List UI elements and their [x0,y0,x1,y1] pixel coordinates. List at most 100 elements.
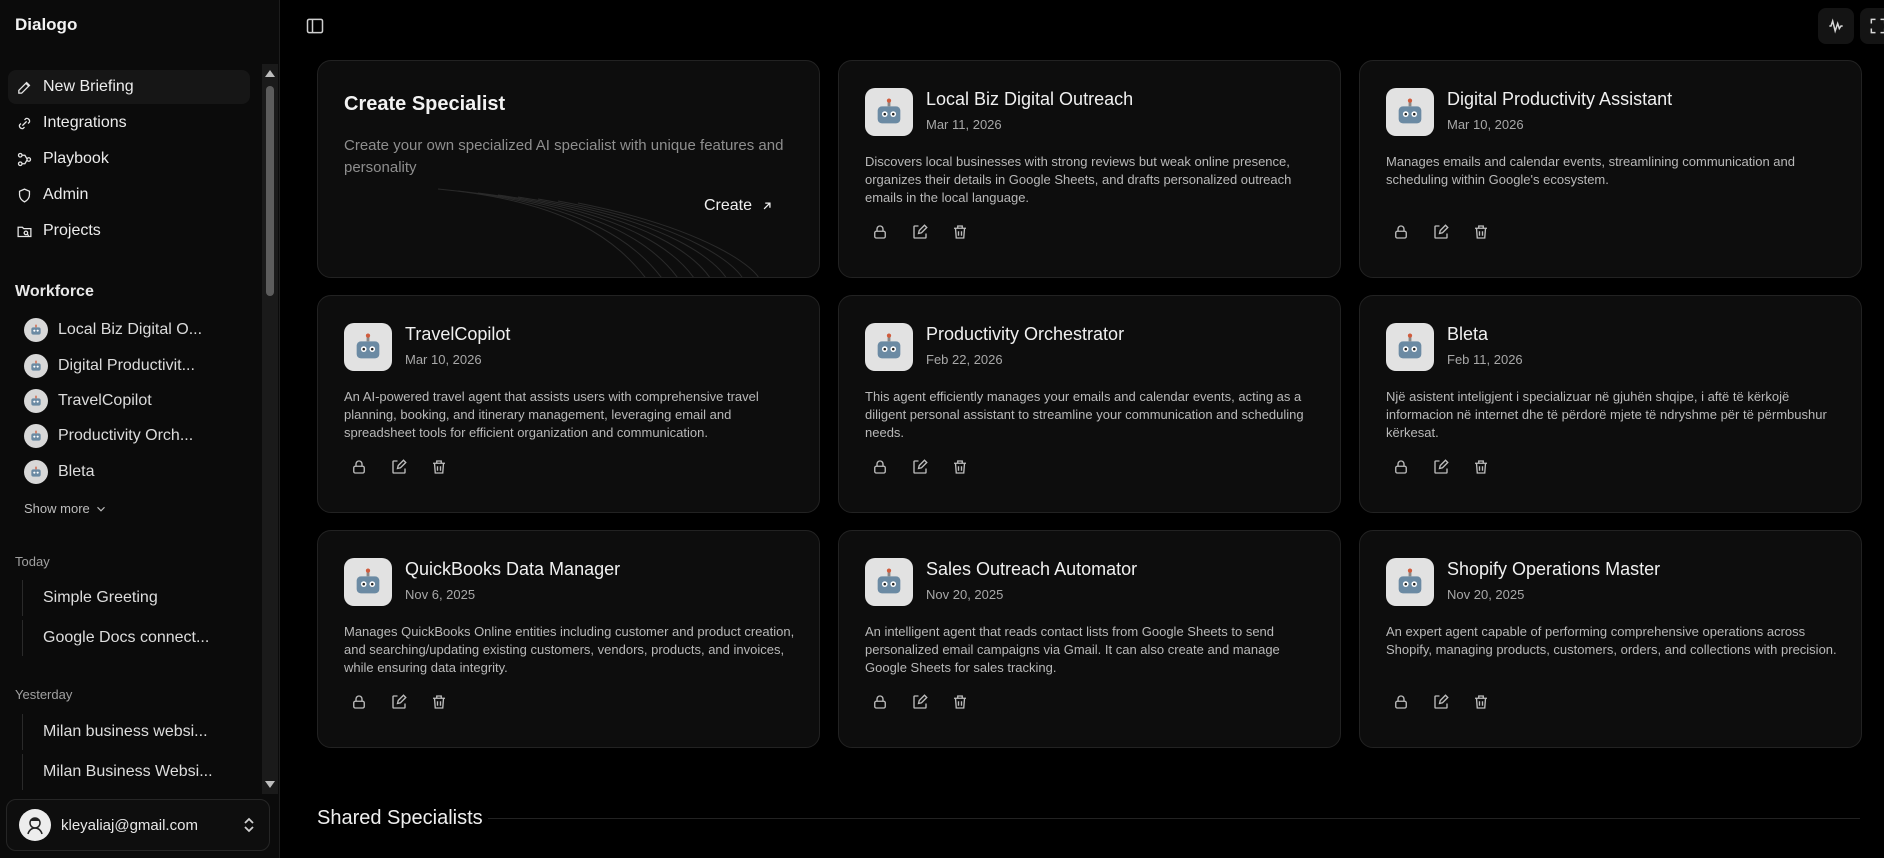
nav-label: Playbook [43,150,109,167]
create-specialist-title: Create Specialist [344,93,506,115]
toggle-sidebar-icon[interactable] [305,16,325,36]
edit-icon [18,81,31,94]
chat-history-item[interactable]: Milan business websi... [22,714,240,750]
workforce-item[interactable]: TravelCopilot [24,386,244,416]
workforce-item[interactable]: Productivity Orch... [24,421,244,451]
chat-history-item[interactable]: Simple Greeting [22,580,240,616]
trash-icon[interactable] [430,693,448,711]
card-actions [1392,223,1490,241]
specialist-name: Bleta [1447,324,1489,344]
nav-new-briefing[interactable]: New Briefing [8,70,250,104]
trash-icon[interactable] [1472,693,1490,711]
specialist-date: Mar 10, 2026 [405,352,482,367]
trash-icon[interactable] [951,693,969,711]
specialist-name: Productivity Orchestrator [926,324,1125,344]
create-specialist-description: Create your own specialized AI specialis… [344,137,784,176]
specialist-card[interactable]: Sales Outreach Automator Nov 20, 2025 An… [838,530,1341,748]
robot-icon [865,88,913,136]
scroll-up-arrow-icon[interactable] [265,70,275,77]
trash-icon[interactable] [951,458,969,476]
lock-icon[interactable] [871,458,889,476]
trash-icon[interactable] [1472,223,1490,241]
specialist-description: This agent efficiently manages your emai… [865,389,1304,440]
voice-waveform-button[interactable] [1818,8,1854,44]
workforce-item[interactable]: Digital Productivit... [24,351,244,381]
lock-icon[interactable] [1392,223,1410,241]
nav-admin[interactable]: Admin [8,178,250,212]
scroll-down-arrow-icon[interactable] [265,781,275,788]
show-more-button[interactable]: Show more [24,501,108,516]
expand-icon [1870,18,1884,34]
workforce-item-label: Local Biz Digital O... [58,321,203,338]
nav-playbook[interactable]: Playbook [8,142,250,176]
workforce-item-label: Productivity Orch... [58,427,194,444]
robot-icon [1386,88,1434,136]
card-actions [350,458,448,476]
specialist-card[interactable]: Digital Productivity Assistant Mar 10, 2… [1359,60,1862,278]
robot-icon [24,354,48,378]
edit-icon[interactable] [390,458,408,476]
nav-label: New Briefing [43,78,134,95]
specialist-name: TravelCopilot [405,324,511,344]
nav-integrations[interactable]: Integrations [8,106,250,140]
robot-icon [24,318,48,342]
specialist-date: Feb 22, 2026 [926,352,1003,367]
chat-history-item[interactable]: Google Docs connect... [22,620,240,656]
card-actions [350,693,448,711]
card-actions [1392,693,1490,711]
lock-icon[interactable] [350,693,368,711]
edit-icon[interactable] [390,693,408,711]
lock-icon[interactable] [1392,693,1410,711]
edit-icon[interactable] [1432,458,1450,476]
sidebar-scrollbar[interactable] [262,64,278,794]
lock-icon[interactable] [871,693,889,711]
chevron-down-icon [96,506,105,512]
specialist-name: Digital Productivity Assistant [1447,89,1673,109]
trash-icon[interactable] [951,223,969,241]
create-button[interactable]: Create [704,197,774,215]
specialist-name: Shopify Operations Master [1447,559,1661,579]
specialist-description: Manages emails and calendar events, stre… [1386,154,1795,187]
edit-icon[interactable] [911,223,929,241]
chat-group-label-yesterday: Yesterday [15,687,73,702]
specialist-card[interactable]: QuickBooks Data Manager Nov 6, 2025 Mana… [317,530,820,748]
show-more-label: Show more [24,501,90,516]
chat-group-label-today: Today [15,554,50,569]
edit-icon[interactable] [911,693,929,711]
specialist-card[interactable]: TravelCopilot Mar 10, 2026 An AI-powered… [317,295,820,513]
robot-icon [865,558,913,606]
workforce-item[interactable]: Bleta [24,457,244,487]
specialist-card[interactable]: Bleta Feb 11, 2026 Një asistent inteligj… [1359,295,1862,513]
edit-icon[interactable] [1432,223,1450,241]
create-button-label: Create [704,197,753,214]
specialist-name: Local Biz Digital Outreach [926,89,1134,109]
waveform-icon [1829,18,1843,34]
specialist-name: Sales Outreach Automator [926,559,1138,579]
specialist-date: Feb 11, 2026 [1447,352,1523,367]
specialist-card[interactable]: Productivity Orchestrator Feb 22, 2026 T… [838,295,1341,513]
edit-icon[interactable] [1432,693,1450,711]
workflow-icon [17,152,32,166]
user-account-button[interactable]: kleyaliaj@gmail.com [6,799,270,851]
chat-history-item[interactable]: Milan Business Websi... [22,754,240,790]
workforce-item[interactable]: Local Biz Digital O... [24,315,244,345]
brand-logo[interactable]: Dialogo [15,15,77,35]
robot-icon [24,389,48,413]
edit-icon[interactable] [911,458,929,476]
lock-icon[interactable] [871,223,889,241]
nav-projects[interactable]: Projects [8,214,250,248]
specialist-card[interactable]: Shopify Operations Master Nov 20, 2025 A… [1359,530,1862,748]
specialist-description: An intelligent agent that reads contact … [865,624,1280,675]
lock-icon[interactable] [1392,458,1410,476]
specialist-card[interactable]: Local Biz Digital Outreach Mar 11, 2026 … [838,60,1341,278]
create-specialist-card[interactable]: Create Specialist Create your own specia… [317,60,820,278]
expand-button[interactable] [1860,8,1884,44]
trash-icon[interactable] [1472,458,1490,476]
chevrons-up-down-icon [244,817,254,833]
scrollbar-thumb[interactable] [266,86,274,296]
lock-icon[interactable] [350,458,368,476]
specialist-description: Manages QuickBooks Online entities inclu… [344,624,795,675]
divider [488,818,1860,819]
workforce-item-label: TravelCopilot [58,392,152,409]
trash-icon[interactable] [430,458,448,476]
